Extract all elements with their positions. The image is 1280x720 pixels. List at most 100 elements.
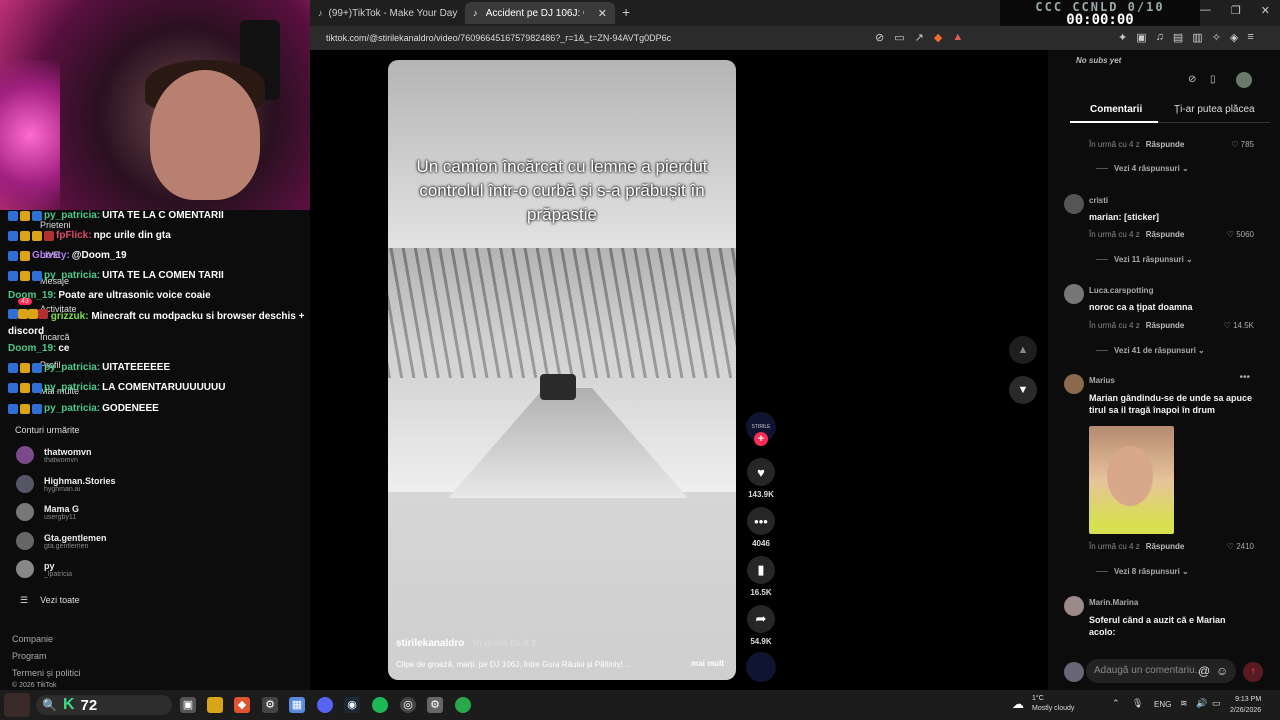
microphone-icon[interactable]: 🎙 (1132, 698, 1143, 709)
view-replies-button[interactable]: Vezi 4 răspunsuri ⌄ (1096, 164, 1189, 173)
view-replies-button[interactable]: Vezi 41 de răspunsuri ⌄ (1096, 346, 1205, 355)
see-all-following-button[interactable]: ☰ Vezi toate (20, 595, 80, 606)
like-action[interactable]: ♥ 143.9K (745, 458, 777, 499)
tab-you-may-like[interactable]: Ți-ar putea plăcea (1174, 104, 1255, 115)
mute-icon[interactable]: ⊘ (875, 31, 884, 44)
clock[interactable]: 9:13 PM 2/26/2026 (1230, 694, 1261, 716)
avatar[interactable] (1064, 374, 1084, 394)
wifi-icon[interactable]: ≋ (1180, 698, 1188, 709)
comment-like[interactable]: ♡ 785 (1231, 140, 1254, 149)
save-action[interactable]: ▮ 16.5K (745, 556, 777, 597)
device-icon[interactable]: ▯ (1210, 74, 1216, 85)
music-icon[interactable]: ♫ (1156, 31, 1164, 44)
store-icon[interactable]: ▦ (289, 697, 305, 713)
nav-friends[interactable]: Prieteni (40, 220, 71, 230)
comment-username[interactable]: Luca.carspotting (1089, 286, 1153, 295)
chat-username[interactable]: Doom_19: (8, 343, 56, 354)
reply-button[interactable]: Răspunde (1146, 140, 1185, 149)
screenshot-icon[interactable]: ▣ (1136, 31, 1146, 44)
chat-username[interactable]: py_patricia: (44, 362, 100, 373)
start-avatar-icon[interactable] (4, 693, 30, 717)
previous-video-button[interactable]: ▲ (1009, 336, 1037, 364)
comment-like[interactable]: ♡ 14.5K (1224, 321, 1254, 330)
wallet-icon[interactable]: ▥ (1192, 31, 1202, 44)
comment-username[interactable]: cristi (1089, 196, 1108, 205)
chat-username[interactable]: Doom_19: (8, 290, 56, 301)
footer-company-link[interactable]: Companie (12, 634, 53, 644)
new-tab-button[interactable]: + (622, 4, 630, 20)
chat-username[interactable]: py_patricia: (44, 270, 100, 281)
vpn-icon[interactable]: ◈ (1230, 31, 1238, 44)
chat-username[interactable]: Ghosty: (32, 250, 70, 261)
comment-username[interactable]: Marius (1089, 376, 1115, 385)
more-button[interactable]: mai mult (691, 659, 724, 668)
share-icon[interactable]: ↗ (915, 31, 924, 44)
comment-sticker-image[interactable] (1089, 426, 1174, 534)
avatar[interactable] (1064, 284, 1084, 304)
obs-icon[interactable]: ◎ (400, 697, 416, 713)
comment-like[interactable]: ♡ 2410 (1227, 542, 1254, 551)
video-player[interactable]: Un camion încărcat cu lemne a pierdut co… (388, 60, 736, 680)
close-window-icon[interactable]: ✕ (1261, 4, 1270, 17)
file-explorer-icon[interactable] (207, 697, 223, 713)
steam-icon[interactable]: ◉ (344, 697, 360, 713)
comment-icon[interactable]: ••• (747, 507, 775, 535)
share-arrow-icon[interactable]: ➦ (747, 605, 775, 633)
taskbar-search[interactable]: 🔍 K 72 (36, 695, 172, 715)
following-account[interactable]: Highman.Stories hyghman.ai (16, 475, 116, 493)
maximize-icon[interactable]: ❐ (1231, 4, 1241, 17)
weather-widget[interactable]: 1°C Mostly cloudy (1032, 694, 1074, 714)
settings-icon[interactable]: ⚙ (427, 697, 443, 713)
tab-tiktok-home[interactable]: ♪ (99+)TikTok - Make Your Day (310, 2, 460, 24)
comment-action[interactable]: ••• 4046 (745, 507, 777, 548)
music-disc-icon[interactable] (746, 652, 776, 682)
tab-accident-video[interactable]: ♪ Accident pe DJ 106J: Camion cu ✕ (465, 2, 615, 24)
minimize-icon[interactable]: — (1200, 4, 1211, 17)
volume-icon[interactable]: 🔊 (1196, 698, 1207, 709)
leo-ai-icon[interactable]: ✧ (1212, 31, 1221, 44)
chat-username[interactable]: grizzuk: (51, 311, 89, 322)
following-account[interactable]: thatwomvn thatwomvn (16, 446, 92, 464)
chat-username[interactable]: py_patricia: (44, 382, 100, 393)
heart-icon[interactable]: ♥ (747, 458, 775, 486)
app-icon[interactable]: ⚙ (262, 697, 278, 713)
brave-browser-icon[interactable]: ◆ (234, 697, 250, 713)
video-author[interactable]: stirilekanaldro (396, 638, 464, 649)
comment-username[interactable]: Marin.Marina (1089, 598, 1138, 607)
url-field[interactable]: tiktok.com/@stirilekanaldro/video/760966… (326, 33, 671, 43)
menu-icon[interactable]: ≡ (1247, 31, 1253, 44)
follow-plus-icon[interactable]: + (754, 432, 768, 446)
footer-program-link[interactable]: Program (12, 651, 47, 661)
chat-username[interactable]: py_patricia: (44, 210, 100, 221)
extension-icon[interactable]: ✦ (1118, 31, 1127, 44)
compass-icon[interactable]: ⊘ (1188, 74, 1196, 85)
comment-like[interactable]: ♡ 5060 (1227, 230, 1254, 239)
tab-comments[interactable]: Comentarii (1090, 104, 1142, 115)
chat-username[interactable]: fpFlick: (56, 230, 92, 241)
close-tab-icon[interactable]: ✕ (598, 7, 607, 20)
next-video-button[interactable]: ▼ (1009, 376, 1037, 404)
bookmark-icon[interactable]: ▮ (747, 556, 775, 584)
discord-icon[interactable] (317, 697, 333, 713)
language-indicator[interactable]: ENG (1154, 700, 1171, 709)
cast-icon[interactable]: ▭ (894, 31, 904, 44)
following-account[interactable]: Mama Gusergby11 (16, 503, 79, 521)
following-account[interactable]: Gta.gentlemen gta.gentlemen (16, 532, 107, 550)
send-comment-button[interactable]: ↑ (1243, 662, 1263, 682)
reply-button[interactable]: Răspunde (1146, 230, 1185, 239)
more-options-icon[interactable]: ••• (1239, 372, 1250, 383)
emoji-icon[interactable]: ☺ (1216, 664, 1228, 678)
sidebar-icon[interactable]: ▤ (1173, 31, 1183, 44)
reply-button[interactable]: Răspunde (1146, 321, 1185, 330)
task-view-icon[interactable]: ▣ (180, 697, 196, 713)
battery-icon[interactable]: ▭ (1212, 698, 1221, 709)
avatar[interactable] (1064, 194, 1084, 214)
share-action[interactable]: ➦ 54.9K (745, 605, 777, 646)
profile-avatar[interactable] (1236, 72, 1252, 88)
rewards-icon[interactable]: ▲ (952, 31, 963, 44)
brave-shield-icon[interactable]: ◆ (934, 31, 942, 44)
add-comment-input[interactable]: Adaugă un comentariu... (1086, 659, 1236, 683)
reply-button[interactable]: Răspunde (1146, 542, 1185, 551)
following-account[interactable]: py _lpatricia (16, 560, 72, 578)
chat-username[interactable]: py_patricia: (44, 403, 100, 414)
